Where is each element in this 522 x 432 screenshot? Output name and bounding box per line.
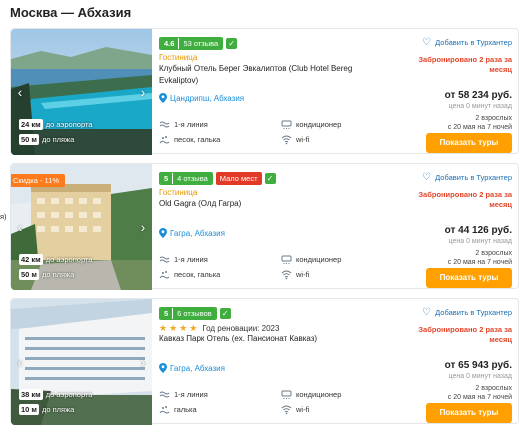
booked-count: Забронировано 2 раза за месяц [418, 325, 512, 344]
wifi-icon [281, 405, 292, 415]
distance-beach: 50 м до пляжа [19, 133, 75, 145]
feature-beach-type: песок, галька [159, 269, 220, 280]
air-conditioner-icon [281, 255, 292, 264]
photo-next-button[interactable]: › [136, 83, 150, 101]
heart-icon: ♡ [422, 172, 432, 183]
wifi-icon [281, 270, 292, 280]
hotel-card[interactable]: ‹ › 38 км до аэропорта 10 м до пляжа 56 от… [10, 298, 519, 425]
hotel-name-link[interactable]: Old Gagra (Олд Гагра) [159, 198, 391, 210]
hotel-photo[interactable]: ‹ › 24 км до аэропорта 50 м до пляжа [11, 29, 152, 155]
distance-beach: 10 м до пляжа [19, 403, 75, 415]
price-updated: цена 0 минут назад [448, 373, 512, 380]
sand-icon [159, 271, 170, 279]
rating-row: 56 отзывов ✓ [159, 307, 231, 320]
tour-params: 2 взрослых с 20 мая на 7 ночей [447, 385, 512, 401]
feature-ac: кондиционер [281, 254, 341, 265]
hotel-name-link[interactable]: Кавказ Парк Отель (ex. Пансионат Кавказ) [159, 333, 391, 345]
verified-check-icon: ✓ [219, 308, 231, 319]
rating-badge[interactable]: 4.6 53 отзыва [159, 37, 224, 50]
photo-next-button[interactable]: › [136, 218, 150, 236]
hotel-category: Гостиница [159, 188, 198, 197]
few-places-badge: Мало мест [215, 172, 262, 185]
tour-price: от 65 943 руб. [444, 360, 512, 371]
hotel-photo[interactable]: ‹ › 38 км до аэропорта 10 м до пляжа [11, 299, 152, 425]
sand-icon [159, 136, 170, 144]
feature-wifi: wi-fi [281, 404, 309, 415]
price-updated: цена 0 минут назад [448, 238, 512, 245]
hotel-category: Гостиница [159, 53, 198, 62]
clipped-text-fragment: я) [0, 212, 7, 221]
air-conditioner-icon [281, 390, 292, 399]
discount-badge: Скидка - 11% [11, 174, 65, 187]
verified-check-icon: ✓ [226, 38, 238, 49]
distance-beach: 50 м до пляжа [19, 268, 75, 280]
hotel-name-link[interactable]: Клубный Отель Берег Эвкалиптов (Club Hot… [159, 63, 391, 87]
distance-airport: 42 км до аэропорта [19, 253, 93, 265]
hotel-card[interactable]: ‹ › 24 км до аэропорта 50 м до пляжа 4.6 53… [10, 28, 519, 155]
photo-next-button[interactable]: › [136, 353, 150, 371]
hotel-photo[interactable]: Скидка - 11% ‹ › 42 км до аэропорта 50 мд… [11, 164, 152, 290]
feature-wifi: wi-fi [281, 134, 309, 145]
tour-price: от 44 126 руб. [444, 225, 512, 236]
feature-ac: кондиционер [281, 119, 341, 130]
pebble-icon [159, 406, 170, 414]
air-conditioner-icon [281, 120, 292, 129]
tour-params: 2 взрослых с 20 мая на 7 ночей [447, 250, 512, 266]
rating-badge[interactable]: 54 отзыва [159, 172, 213, 185]
add-to-favorites-button[interactable]: ♡ Добавить в Турхантер [422, 307, 512, 318]
rating-badge[interactable]: 56 отзывов [159, 307, 217, 320]
heart-icon: ♡ [422, 37, 432, 48]
hotel-location[interactable]: Цандрипш, Абхазия [159, 93, 244, 103]
show-tours-button[interactable]: Показать туры [426, 268, 512, 288]
feature-beach-line: 1-я линия [159, 254, 208, 265]
rating-row: 4.6 53 отзыва ✓ [159, 37, 238, 50]
feature-ac: кондиционер [281, 389, 341, 400]
hotel-location[interactable]: Гагра, Абхазия [159, 363, 225, 373]
tour-params: 2 взрослых с 20 мая на 7 ночей [447, 115, 512, 131]
renovation-year: Год реновации: 2023 [202, 324, 280, 333]
booked-count: Забронировано 2 раза за месяц [418, 55, 512, 74]
photo-prev-button[interactable]: ‹ [13, 353, 27, 371]
distance-airport: 24 км до аэропорта [19, 118, 93, 130]
feature-wifi: wi-fi [281, 269, 309, 280]
booked-count: Забронировано 2 раза за месяц [418, 190, 512, 209]
wifi-icon [281, 135, 292, 145]
add-to-favorites-button[interactable]: ♡ Добавить в Турхантер [422, 37, 512, 48]
tour-price: от 58 234 руб. [444, 90, 512, 101]
feature-beach-type: песок, галька [159, 134, 220, 145]
verified-check-icon: ✓ [264, 173, 276, 184]
location-pin-icon [159, 363, 167, 373]
distance-airport: 38 км до аэропорта [19, 388, 93, 400]
hotel-card[interactable]: Скидка - 11% ‹ › 42 км до аэропорта 50 мд… [10, 163, 519, 290]
photo-prev-button[interactable]: ‹ [13, 83, 27, 101]
rating-row: 54 отзыва Мало мест ✓ [159, 172, 276, 185]
show-tours-button[interactable]: Показать туры [426, 403, 512, 423]
photo-prev-button[interactable]: ‹ [13, 218, 27, 236]
feature-beach-line: 1-я линия [159, 389, 208, 400]
add-to-favorites-button[interactable]: ♡ Добавить в Турхантер [422, 172, 512, 183]
feature-beach-line: 1-я линия [159, 119, 208, 130]
feature-beach-type: галька [159, 404, 197, 415]
heart-icon: ♡ [422, 307, 432, 318]
location-pin-icon [159, 93, 167, 103]
waves-icon [159, 121, 170, 128]
hotel-location[interactable]: Гагра, Абхазия [159, 228, 225, 238]
price-updated: цена 0 минут назад [448, 103, 512, 110]
waves-icon [159, 391, 170, 398]
waves-icon [159, 256, 170, 263]
location-pin-icon [159, 228, 167, 238]
show-tours-button[interactable]: Показать туры [426, 133, 512, 153]
page-title: Москва — Абхазия [10, 5, 132, 20]
